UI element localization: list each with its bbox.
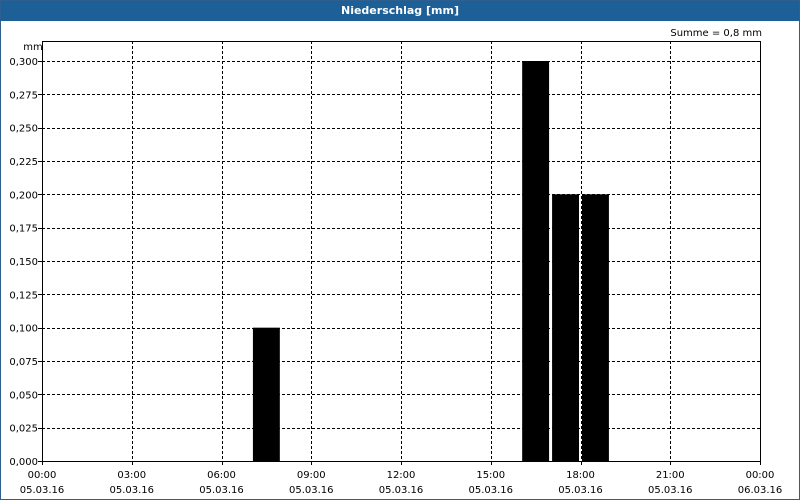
y-tick-label: 0,125 — [9, 290, 38, 301]
x-tick-time: 06:00 — [207, 470, 236, 481]
y-tick-labels: 0,000 0,025 0,050 0,075 0,100 0,125 0,150 0,175… — [9, 57, 42, 468]
y-tick-label: 0,175 — [9, 224, 38, 235]
x-tick-time: 00:00 — [28, 470, 57, 481]
x-tick-date: 05.03.16 — [199, 485, 244, 496]
x-tick-date: 05.03.16 — [558, 485, 603, 496]
x-tick-date: 06.03.16 — [738, 485, 783, 496]
x-tick-time: 09:00 — [297, 470, 326, 481]
x-tick-time: 18:00 — [566, 470, 595, 481]
y-tick-label: 0,150 — [9, 257, 38, 268]
x-tick-date: 05.03.16 — [20, 485, 65, 496]
y-axis-label: mm — [23, 42, 42, 53]
y-tick-label: 0,025 — [9, 424, 38, 435]
x-tick-date: 05.03.16 — [379, 485, 424, 496]
sum-annotation: Summe = 0,8 mm — [670, 28, 762, 39]
x-tick-time: 15:00 — [476, 470, 505, 481]
y-tick-label: 0,050 — [9, 390, 38, 401]
x-tick-date: 05.03.16 — [468, 485, 513, 496]
y-tick-label: 0,100 — [9, 324, 38, 335]
x-tick-time: 00:00 — [746, 470, 775, 481]
precipitation-bar — [252, 327, 280, 461]
grid-lines — [42, 41, 760, 461]
x-tick-labels: 00:00 05.03.16 03:00 05.03.16 06:00 05.03.16 0… — [20, 461, 783, 496]
y-tick-label: 0,075 — [9, 357, 38, 368]
x-tick-time: 21:00 — [656, 470, 685, 481]
y-tick-label: 0,275 — [9, 90, 38, 101]
bar-series — [252, 61, 609, 462]
precipitation-chart: mm Summe = 0,8 mm 0,0000,0250,0500,0750,… — [9, 28, 783, 496]
y-tick-label: 0,225 — [9, 157, 38, 168]
y-tick-label: 0,250 — [9, 124, 38, 135]
y-tick-label: 0,300 — [9, 57, 38, 68]
x-tick-date: 05.03.16 — [648, 485, 693, 496]
precipitation-bar — [522, 61, 550, 461]
x-tick-time: 12:00 — [387, 470, 416, 481]
y-tick-label: 0,000 — [9, 457, 38, 468]
precipitation-bar — [582, 194, 609, 462]
x-tick-date: 05.03.16 — [289, 485, 334, 496]
x-tick-time: 03:00 — [117, 470, 146, 481]
x-tick-date: 05.03.16 — [109, 485, 154, 496]
y-tick-label: 0,200 — [9, 190, 38, 201]
precipitation-bar — [552, 194, 579, 462]
